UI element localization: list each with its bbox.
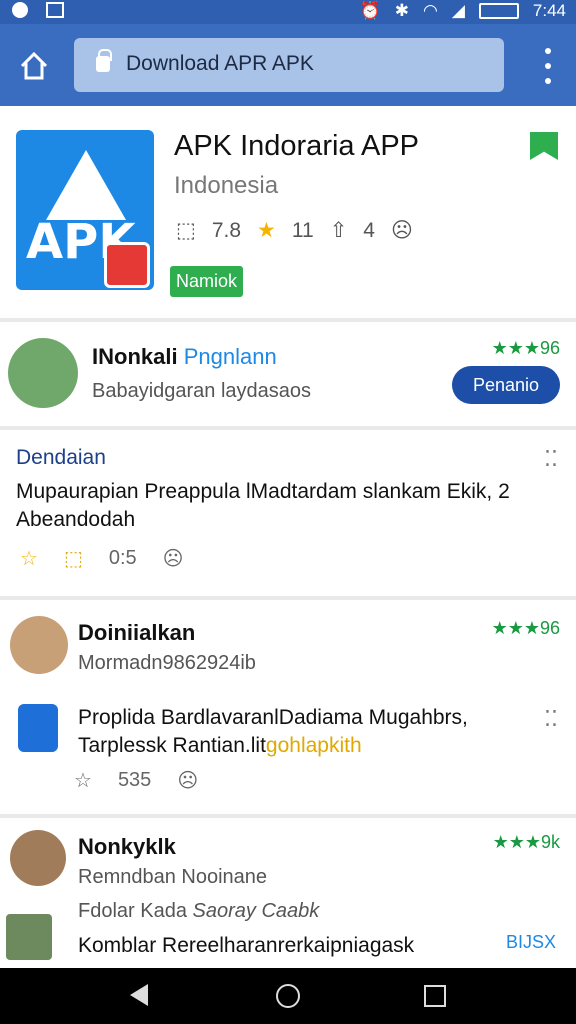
recents-icon[interactable]: [424, 985, 446, 1007]
avatar[interactable]: [10, 830, 66, 886]
reviewer-subtitle: Babayidgaran laydasaos: [92, 380, 312, 402]
review-card: Doiniialkan Mormadn9862924ib ★★★96 ⁚⁚ Pr…: [0, 600, 576, 814]
system-nav-bar: [0, 968, 576, 1024]
install-icon: ⬚: [176, 219, 196, 242]
url-bar[interactable]: Download APR APK: [74, 38, 504, 92]
url-text: Download APR APK: [126, 52, 314, 75]
more-options-icon[interactable]: ⁚⁚: [544, 446, 558, 472]
stat-install: 7.8: [211, 218, 242, 242]
browser-toolbar: Download APR APK: [0, 24, 576, 106]
review-count: 535: [117, 769, 152, 791]
bluetooth-icon: ✱: [394, 1, 409, 20]
rating-stars: ★★★96: [491, 338, 560, 358]
clipboard-icon[interactable]: ⬚: [64, 546, 83, 571]
review-tag[interactable]: BIJSX: [506, 932, 556, 953]
bookmark-icon[interactable]: [530, 132, 558, 160]
post-body: Mupaurapian Preappula lMadtardam slankam…: [16, 480, 510, 531]
app-title: APK Indoraria APP: [174, 130, 420, 162]
star-icon: ★: [257, 219, 276, 242]
app-badge-icon: [104, 242, 150, 288]
status-bar: ⏰ ✱ ◠ ◢ 7:44: [0, 0, 576, 24]
battery-icon: [478, 3, 519, 19]
app-subtitle: Indonesia: [174, 172, 279, 199]
app-tag[interactable]: Namiok: [170, 266, 244, 297]
image-icon: [46, 2, 64, 18]
post-actions: ☆ ⬚ 0:5 ☹: [20, 546, 184, 571]
review-body: Proplida BardlavaranlDadiama Mugahbrs, T…: [78, 706, 468, 757]
app-stats: ⬚ 7.8 ★ 11 ⇧ 4 ☹: [176, 218, 413, 243]
wifi-icon: ◠: [422, 1, 438, 20]
rating-stars: ★★★96: [491, 618, 560, 638]
play-store-icon[interactable]: [18, 704, 58, 752]
reviewer-subtitle: Remndban Nooinane: [78, 866, 268, 888]
stat-rating: 11: [291, 218, 314, 242]
app-icon[interactable]: APK: [16, 130, 154, 290]
review-body: Komblar Rereelharanrerkaipniagask: [78, 934, 415, 957]
reviewer-name: Doiniialkan: [78, 620, 196, 645]
home-icon[interactable]: [16, 48, 52, 84]
comment-icon[interactable]: ☹: [177, 768, 198, 793]
review-actions: ☆ 535 ☹: [74, 768, 198, 793]
review-card: Nonkyklk Remndban Nooinane Fdolar Kada S…: [0, 818, 576, 968]
status-time: 7:44: [532, 1, 566, 20]
signal-icon: ◢: [451, 1, 465, 20]
emoji-icon[interactable]: ☹: [391, 218, 413, 243]
alarm-icon: ⏰: [359, 1, 381, 20]
review-action-button[interactable]: Penanio: [452, 366, 560, 404]
app-card: APK APK Indoraria APP Indonesia ⬚ 7.8 ★ …: [0, 106, 576, 318]
review-card: INonkali Pngnlann Babayidgaran laydasaos…: [0, 322, 576, 426]
overflow-menu-button[interactable]: [542, 48, 554, 84]
stat-share: 4: [363, 218, 375, 242]
post-count: 0:5: [108, 547, 137, 569]
home-circle-icon[interactable]: [276, 984, 300, 1008]
star-outline-icon[interactable]: ☆: [20, 546, 38, 571]
comment-icon[interactable]: ☹: [163, 546, 184, 571]
post-header[interactable]: Dendaian: [16, 446, 106, 470]
back-icon[interactable]: [130, 984, 148, 1006]
avatar[interactable]: [10, 616, 68, 674]
star-outline-icon[interactable]: ☆: [74, 768, 92, 793]
post-card: Dendaian ⁚⁚ Mupaurapian Preappula lMadta…: [0, 430, 576, 596]
share-icon[interactable]: ⇧: [330, 218, 348, 243]
lock-icon: [96, 49, 112, 72]
reviewer-name: INonkali Pngnlann: [92, 344, 277, 369]
notification-dot-icon: [12, 2, 28, 18]
thumbnail[interactable]: [6, 914, 52, 960]
reviewer-name: Nonkyklk: [78, 834, 176, 859]
reviewer-subtitle: Mormadn9862924ib: [78, 652, 256, 674]
avatar[interactable]: [8, 338, 78, 408]
reviewer-meta: Fdolar Kada Saoray Caabk: [78, 900, 320, 922]
rating-stars: ★★★9k: [492, 832, 560, 852]
